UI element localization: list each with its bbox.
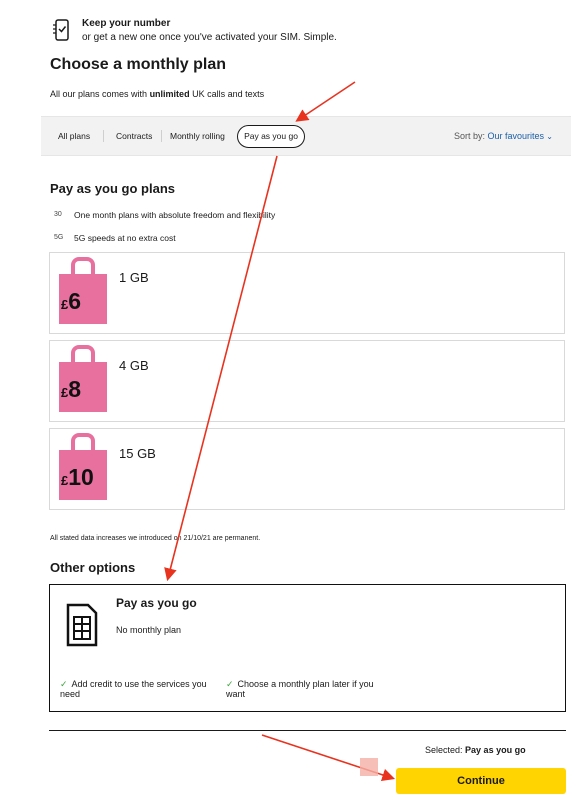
footer-divider (49, 730, 566, 731)
filter-contracts[interactable]: Contracts (116, 131, 152, 141)
price-amount: 10 (68, 464, 94, 490)
check-icon: ✓ (60, 679, 68, 689)
benefit-choose-later: ✓ Choose a monthly plan later if you want (226, 679, 386, 699)
option-subtitle: No monthly plan (116, 625, 182, 635)
plan-data-allowance: 1 GB (119, 270, 149, 285)
keep-number-subtitle: or get a new one once you've activated y… (82, 32, 337, 43)
filter-monthly-rolling[interactable]: Monthly rolling (170, 131, 225, 141)
plans-subtitle-start: All our plans comes with (50, 89, 148, 99)
filter-divider (161, 130, 162, 142)
selected-label: Selected: (425, 745, 463, 755)
sim-card-icon (66, 603, 98, 647)
feature-5g: 5G 5G speeds at no extra cost (54, 232, 176, 243)
keep-number-title: Keep your number (82, 18, 171, 29)
data-increase-note: All stated data increases we introduced … (50, 535, 261, 542)
continue-button[interactable]: Continue (396, 768, 566, 794)
price-amount: 6 (68, 288, 82, 314)
sort-label: Sort by: (454, 131, 486, 141)
sort-control[interactable]: Sort by: Our favourites ⌄ (454, 131, 553, 141)
filter-all-plans[interactable]: All plans (58, 131, 90, 141)
option-title: Pay as you go (116, 596, 197, 610)
benefit-text: Choose a monthly plan later if you want (226, 679, 374, 699)
plan-data-allowance: 4 GB (119, 358, 149, 373)
benefit-add-credit: ✓ Add credit to use the services you need (60, 679, 220, 699)
plans-subtitle-end: UK calls and texts (192, 89, 265, 99)
plan-filter-bar: All plans Contracts Monthly rolling Pay … (41, 116, 571, 156)
selected-summary: Selected: Pay as you go (425, 745, 526, 755)
check-icon: ✓ (226, 679, 234, 689)
filter-pay-as-you-go[interactable]: Pay as you go (237, 125, 305, 148)
sort-value[interactable]: Our favourites (488, 131, 545, 141)
cursor-highlight (360, 758, 378, 776)
5g-icon: 5G (54, 234, 64, 242)
option-pay-as-you-go-card[interactable]: Pay as you go No monthly plan ✓ Add credi… (49, 584, 566, 712)
price-amount: 8 (68, 376, 82, 402)
price-bag-icon: £10 (59, 433, 107, 500)
plan-card-15gb[interactable]: £10 15 GB (49, 428, 565, 510)
phone-check-icon (53, 19, 69, 41)
arrow-to-filter (295, 81, 356, 122)
feature-text: One month plans with absolute freedom an… (74, 209, 276, 220)
benefit-text: Add credit to use the services you need (60, 679, 207, 699)
calendar-30-icon: 30 (54, 211, 62, 219)
price-bag-icon: £8 (59, 345, 107, 412)
selected-value: Pay as you go (465, 745, 526, 755)
plans-subtitle: All our plans comes with unlimited UK ca… (50, 89, 264, 99)
plan-card-4gb[interactable]: £8 4 GB (49, 340, 565, 422)
arrow-to-continue (261, 734, 396, 782)
plans-subtitle-bold: unlimited (149, 89, 190, 99)
other-options-heading: Other options (50, 560, 136, 575)
chevron-down-icon: ⌄ (544, 132, 553, 141)
keep-number-banner: Keep your number or get a new one once y… (50, 15, 470, 47)
page-title: Choose a monthly plan (50, 56, 227, 73)
feature-text: 5G speeds at no extra cost (74, 232, 176, 243)
feature-flexibility: 30 One month plans with absolute freedom … (54, 209, 275, 220)
plan-data-allowance: 15 GB (119, 446, 156, 461)
filter-divider (103, 130, 104, 142)
plan-card-1gb[interactable]: £6 1 GB (49, 252, 565, 334)
price-bag-icon: £6 (59, 257, 107, 324)
payg-heading: Pay as you go plans (50, 181, 175, 196)
